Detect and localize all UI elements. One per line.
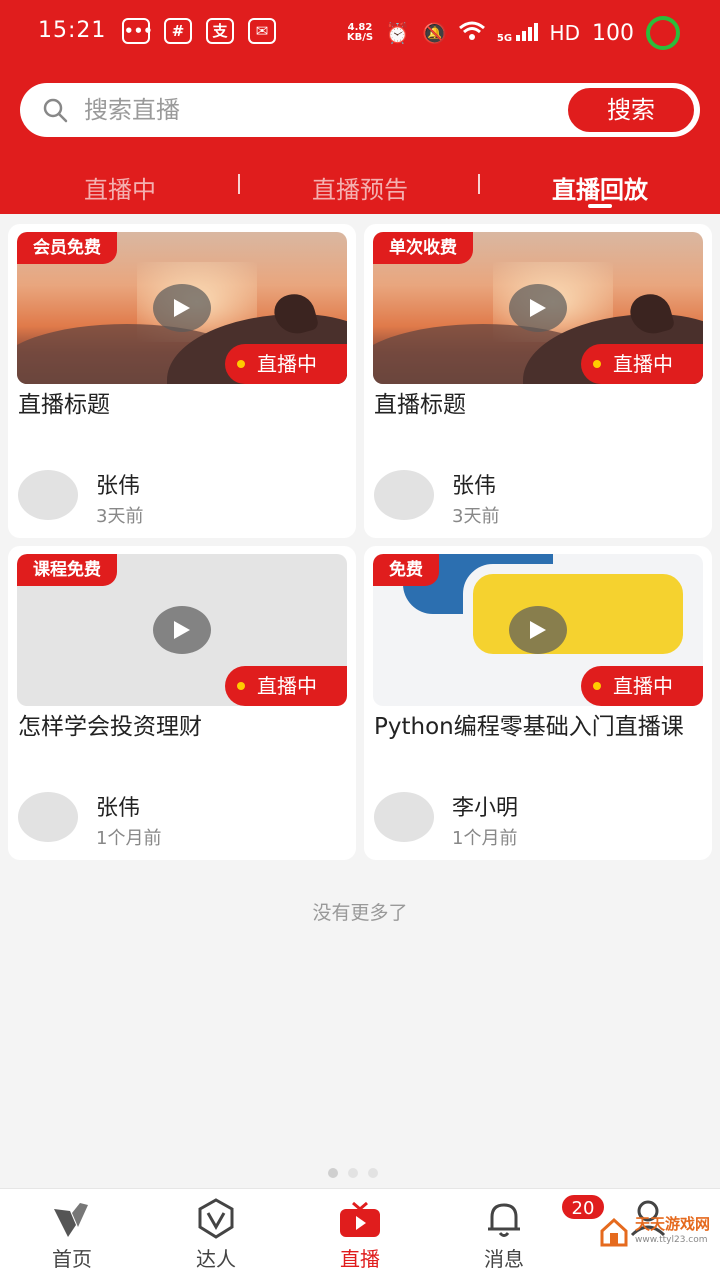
tv-play-icon bbox=[338, 1197, 382, 1241]
mute-icon: 🔕 bbox=[421, 21, 447, 45]
notification-icons: ••• # 支 ✉ bbox=[122, 18, 276, 44]
search-input[interactable] bbox=[84, 91, 564, 129]
live-card[interactable]: 会员免费 直播中 直播标题 张伟 3天前 bbox=[8, 224, 356, 538]
live-dot-icon bbox=[593, 682, 601, 690]
tab-live-replay[interactable]: 直播回放 bbox=[480, 170, 720, 205]
play-icon[interactable] bbox=[153, 284, 211, 332]
live-status-label: 直播中 bbox=[257, 352, 317, 376]
tab-live-now[interactable]: 直播中 bbox=[0, 170, 240, 205]
nav-messages[interactable]: 20 消息 bbox=[432, 1193, 606, 1272]
expert-badge-icon bbox=[194, 1197, 238, 1241]
status-ring-icon bbox=[646, 16, 680, 50]
home-logo-icon bbox=[50, 1197, 94, 1241]
card-thumbnail[interactable]: 单次收费 直播中 bbox=[373, 232, 703, 384]
card-title: Python编程零基础入门直播课 bbox=[374, 714, 684, 740]
post-time: 1个月前 bbox=[96, 828, 162, 849]
nav-live[interactable]: 直播 bbox=[288, 1197, 432, 1272]
post-time: 1个月前 bbox=[452, 828, 518, 849]
wechat-icon: ••• bbox=[122, 18, 153, 44]
live-dot-icon bbox=[237, 682, 245, 690]
net-speed: 4.82 KB/S bbox=[347, 23, 373, 43]
live-dot-icon bbox=[593, 360, 601, 368]
avatar[interactable] bbox=[18, 792, 78, 842]
price-badge: 课程免费 bbox=[17, 554, 117, 586]
price-badge: 单次收费 bbox=[373, 232, 473, 264]
watermark-text: 天天游戏网 bbox=[634, 1215, 710, 1233]
card-thumbnail[interactable]: 课程免费 直播中 bbox=[17, 554, 347, 706]
avatar[interactable] bbox=[374, 792, 434, 842]
watermark: 天天游戏网 www.ttyl23.com bbox=[599, 1216, 710, 1248]
tab-active-indicator bbox=[588, 204, 612, 208]
live-status-label: 直播中 bbox=[257, 674, 317, 698]
house-logo-icon bbox=[600, 1217, 628, 1247]
live-status-label: 直播中 bbox=[613, 674, 673, 698]
live-status-label: 直播中 bbox=[613, 352, 673, 376]
nav-label: 消息 bbox=[484, 1247, 524, 1271]
live-card[interactable]: 单次收费 直播中 直播标题 张伟 3天前 bbox=[364, 224, 712, 538]
wifi-icon bbox=[458, 21, 485, 46]
bell-icon: 20 bbox=[482, 1193, 606, 1241]
net-speed-unit: KB/S bbox=[346, 32, 374, 43]
live-dot-icon bbox=[237, 360, 245, 368]
author-name: 张伟 bbox=[96, 796, 141, 821]
post-time: 3天前 bbox=[452, 506, 500, 527]
alarm-icon: ⏰ bbox=[385, 21, 410, 45]
author-name: 张伟 bbox=[452, 474, 497, 499]
card-thumbnail[interactable]: 会员免费 直播中 bbox=[17, 232, 347, 384]
price-badge: 会员免费 bbox=[17, 232, 117, 264]
nav-home[interactable]: 首页 bbox=[0, 1197, 144, 1272]
nav-label: 首页 bbox=[52, 1247, 92, 1271]
system-status: 4.82 KB/S ⏰ 🔕 5G HD 100 bbox=[347, 16, 680, 50]
header: 15:21 ••• # 支 ✉ 4.82 KB/S ⏰ 🔕 5G HD 100 bbox=[0, 0, 720, 214]
mail-icon: ✉ bbox=[248, 18, 276, 44]
watermark-url: www.ttyl23.com bbox=[634, 1235, 708, 1245]
search-button[interactable]: 搜索 bbox=[566, 86, 696, 134]
live-card[interactable]: 课程免费 直播中 怎样学会投资理财 张伟 1个月前 bbox=[8, 546, 356, 860]
play-icon[interactable] bbox=[153, 606, 211, 654]
battery-level: 100 bbox=[592, 20, 634, 46]
post-time: 3天前 bbox=[96, 506, 144, 527]
nav-label: 达人 bbox=[196, 1247, 236, 1271]
author-name: 李小明 bbox=[452, 796, 519, 821]
tab-live-preview[interactable]: 直播预告 bbox=[240, 170, 480, 205]
signal-label: 5G bbox=[496, 32, 513, 44]
signal-icon: 5G bbox=[496, 22, 538, 44]
hash-icon: # bbox=[164, 18, 192, 44]
price-badge: 免费 bbox=[373, 554, 439, 586]
avatar[interactable] bbox=[374, 470, 434, 520]
nav-label: 直播 bbox=[340, 1247, 380, 1271]
live-card[interactable]: 免费 直播中 Python编程零基础入门直播课 李小明 1个月前 bbox=[364, 546, 712, 860]
live-status-badge: 直播中 bbox=[581, 344, 703, 384]
live-status-badge: 直播中 bbox=[225, 344, 347, 384]
play-icon[interactable] bbox=[509, 606, 567, 654]
search-bar[interactable]: 搜索 bbox=[20, 83, 700, 137]
card-thumbnail[interactable]: 免费 直播中 bbox=[373, 554, 703, 706]
play-icon[interactable] bbox=[509, 284, 567, 332]
page-indicator bbox=[328, 1168, 378, 1178]
card-title: 直播标题 bbox=[18, 392, 110, 418]
card-title: 怎样学会投资理财 bbox=[18, 714, 202, 740]
live-status-badge: 直播中 bbox=[581, 666, 703, 706]
list-end-message: 没有更多了 bbox=[312, 902, 408, 924]
tab-bar: 直播中 直播预告 直播回放 bbox=[0, 160, 720, 210]
alipay-icon: 支 bbox=[206, 18, 234, 44]
hd-label: HD bbox=[549, 21, 580, 45]
nav-expert[interactable]: 达人 bbox=[144, 1197, 288, 1272]
status-bar: 15:21 ••• # 支 ✉ 4.82 KB/S ⏰ 🔕 5G HD 100 bbox=[0, 0, 720, 64]
avatar[interactable] bbox=[18, 470, 78, 520]
live-status-badge: 直播中 bbox=[225, 666, 347, 706]
card-title: 直播标题 bbox=[374, 392, 466, 418]
author-name: 张伟 bbox=[96, 474, 141, 499]
status-time: 15:21 bbox=[38, 18, 107, 43]
search-icon bbox=[43, 98, 68, 123]
